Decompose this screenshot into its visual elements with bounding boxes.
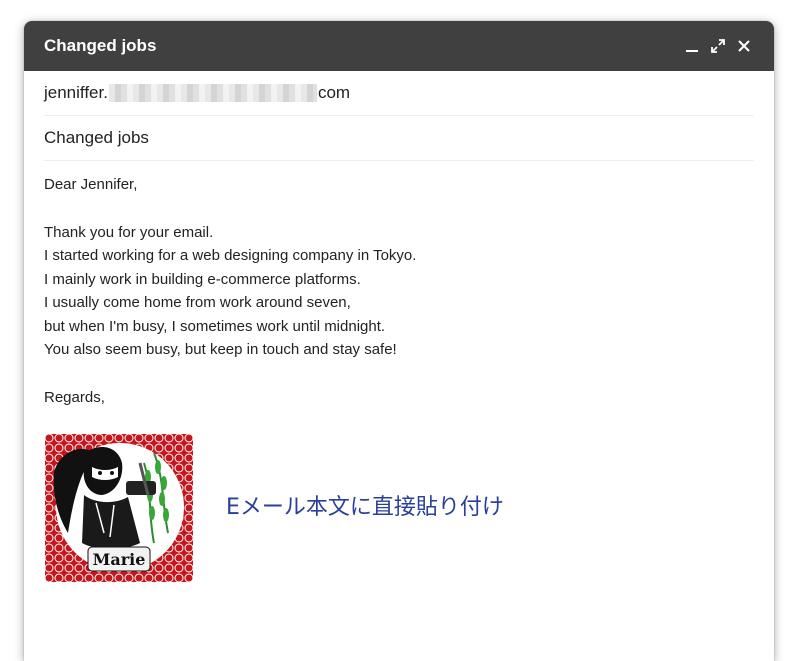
signature-block: Marie Eメール本文に直接貼り付け xyxy=(44,433,754,583)
body-line: but when I'm busy, I sometimes work unti… xyxy=(44,317,386,335)
recipient-field[interactable]: jenniffer. com xyxy=(44,71,754,116)
signature-caption: Eメール本文に直接貼り付け xyxy=(226,495,504,521)
message-body[interactable]: Dear Jennifer, Thank you for your email.… xyxy=(24,161,774,583)
subject-field[interactable]: Changed jobs xyxy=(44,116,754,161)
window-controls xyxy=(682,36,754,56)
redacted-email-block xyxy=(108,84,317,102)
greeting-line: Dear Jennifer, xyxy=(44,176,138,193)
closing-line: Regards, xyxy=(44,388,105,406)
minimize-icon xyxy=(686,50,698,52)
compose-titlebar: Changed jobs xyxy=(24,21,774,71)
signature-image: Marie xyxy=(45,434,193,582)
close-icon xyxy=(738,40,750,52)
body-line: You also seem busy, but keep in touch an… xyxy=(44,341,397,358)
window-title: Changed jobs xyxy=(44,36,157,55)
expand-button[interactable] xyxy=(708,36,728,56)
compose-window: Changed jobs jenniffer. com Changed jobs… xyxy=(24,21,774,661)
body-line: I started working for a web designing co… xyxy=(44,247,417,264)
subject-text: Changed jobs xyxy=(44,128,149,147)
recipient-suffix: com xyxy=(317,83,351,102)
body-line: I mainly work in building e-commerce pla… xyxy=(44,270,361,288)
body-line: I usually come home from work around sev… xyxy=(44,294,351,311)
close-button[interactable] xyxy=(734,36,754,56)
minimize-button[interactable] xyxy=(682,36,702,56)
body-line: Thank you for your email. xyxy=(44,223,214,241)
signature-name: Marie xyxy=(93,550,146,569)
recipient-prefix: jenniffer. xyxy=(44,83,108,102)
expand-icon xyxy=(711,39,725,53)
